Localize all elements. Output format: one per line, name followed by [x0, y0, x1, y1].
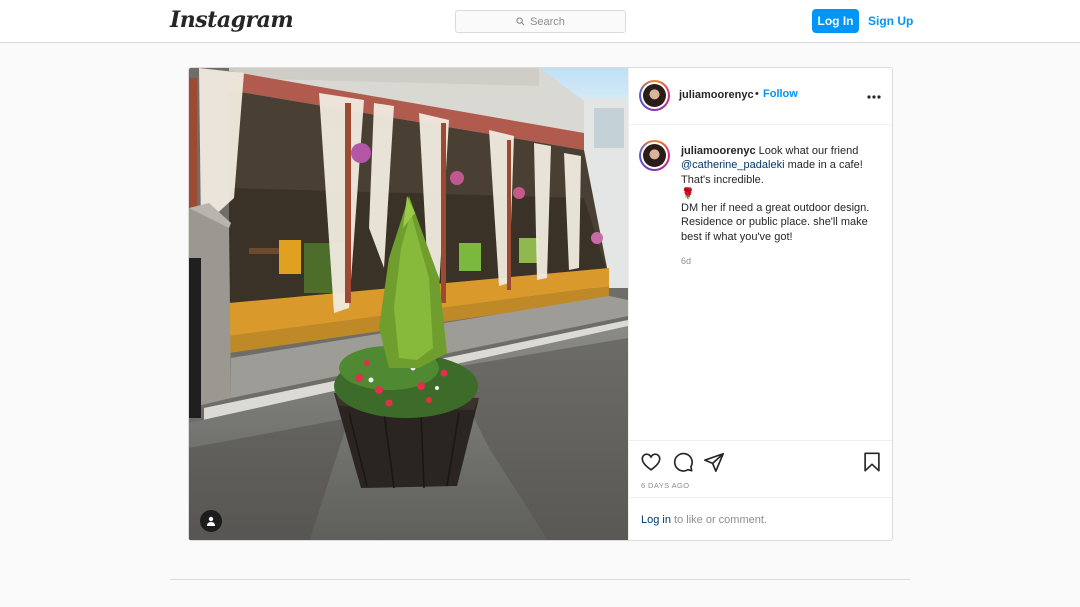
rose-emoji: 🌹 — [681, 187, 695, 200]
caption-username[interactable]: juliamoorenyc — [681, 145, 756, 157]
caption-mention[interactable]: @catherine_padaleki — [681, 159, 785, 171]
caption-text-1: Look what our friend — [758, 145, 859, 157]
author-avatar[interactable] — [639, 80, 670, 111]
share-icon[interactable] — [703, 451, 725, 473]
login-button[interactable]: Log In — [812, 9, 859, 33]
login-to-comment-link[interactable]: Log in — [641, 514, 671, 526]
heart-icon[interactable] — [640, 451, 662, 473]
caption-avatar[interactable] — [639, 140, 670, 171]
post-timestamp[interactable]: 6 DAYS AGO — [641, 481, 689, 490]
more-horizontal-icon[interactable] — [867, 90, 881, 104]
post-photo[interactable] — [189, 68, 628, 540]
post-card: juliamoorenyc • Follow juliamoorenyc Loo… — [188, 67, 893, 541]
search-input[interactable]: Search — [455, 10, 626, 33]
post-sidebar: juliamoorenyc • Follow juliamoorenyc Loo… — [628, 68, 892, 540]
comment-icon[interactable] — [672, 451, 694, 473]
search-placeholder: Search — [530, 15, 565, 28]
top-nav: Instagram Search Log In Sign Up — [0, 0, 1080, 43]
author-username[interactable]: juliamoorenyc — [679, 89, 754, 101]
caption-age[interactable]: 6d — [681, 256, 691, 266]
tagged-user-icon[interactable] — [200, 510, 222, 532]
footer-divider — [170, 579, 910, 580]
follow-button[interactable]: Follow — [763, 88, 798, 100]
separator-dot: • — [755, 88, 759, 100]
instagram-logo[interactable]: Instagram — [170, 7, 294, 33]
signup-link[interactable]: Sign Up — [868, 9, 913, 33]
post-header: juliamoorenyc • Follow — [629, 68, 892, 125]
caption-text-3: DM her if need a great outdoor design. R… — [681, 202, 870, 243]
post-actions: 6 DAYS AGO — [629, 440, 892, 498]
user-silhouette-icon — [207, 516, 215, 526]
comment-prompt-text: to like or comment. — [674, 514, 767, 526]
comment-prompt: Log in to like or comment. — [629, 497, 892, 540]
bookmark-icon[interactable] — [861, 451, 883, 473]
cafe-planter-image — [189, 68, 628, 540]
post-caption: juliamoorenyc Look what our friend @cath… — [681, 144, 881, 244]
search-icon — [516, 17, 525, 26]
